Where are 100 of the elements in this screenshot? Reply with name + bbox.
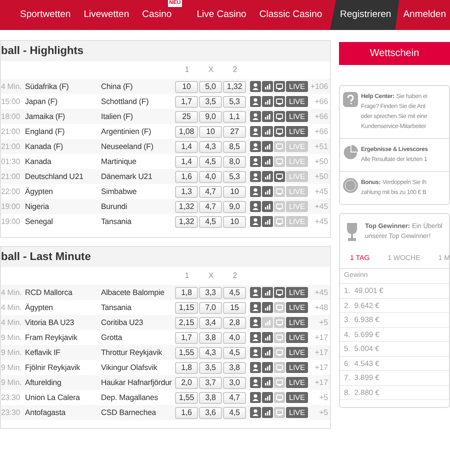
odds-button[interactable]: 1,08: [175, 126, 198, 138]
odds-button[interactable]: 4,5: [199, 216, 222, 228]
tv-icon[interactable]: [274, 171, 285, 182]
odds-button[interactable]: 4,7: [223, 392, 246, 404]
tv-icon[interactable]: [274, 287, 285, 298]
odds-button[interactable]: 2,0: [175, 376, 198, 388]
bar-chart-icon[interactable]: [262, 156, 273, 167]
bar-chart-icon[interactable]: [262, 302, 273, 313]
login-button[interactable]: Anmelden: [399, 0, 450, 30]
odds-button[interactable]: 5,3: [223, 96, 246, 108]
odds-button[interactable]: 10: [223, 186, 246, 198]
odds-button[interactable]: 1,3: [175, 186, 198, 198]
odds-button[interactable]: 3,0: [223, 376, 246, 388]
person-icon[interactable]: [250, 81, 261, 92]
person-icon[interactable]: [250, 407, 261, 418]
odds-button[interactable]: 4,5: [199, 156, 222, 168]
odds-button[interactable]: 1,1: [223, 110, 246, 122]
person-icon[interactable]: [250, 156, 261, 167]
odds-button[interactable]: 3,4: [199, 316, 222, 328]
betslip-button[interactable]: Wettschein: [339, 42, 450, 65]
odds-button[interactable]: 1,8: [175, 286, 198, 298]
odds-button[interactable]: 2,15: [175, 316, 198, 328]
odds-button[interactable]: 3,8: [199, 332, 222, 344]
bar-chart-icon[interactable]: [262, 347, 273, 358]
person-icon[interactable]: [250, 317, 261, 328]
tv-icon[interactable]: [274, 111, 285, 122]
odds-button[interactable]: 3,5: [199, 362, 222, 374]
person-icon[interactable]: [250, 126, 261, 137]
odds-button[interactable]: 5,0: [199, 80, 222, 92]
odds-button[interactable]: 1,32: [175, 216, 198, 228]
odds-button[interactable]: 1,32: [223, 80, 246, 92]
person-icon[interactable]: [250, 302, 261, 313]
person-icon[interactable]: [250, 287, 261, 298]
odds-button[interactable]: 5,3: [223, 170, 246, 182]
person-icon[interactable]: [250, 111, 261, 122]
bar-chart-icon[interactable]: [262, 362, 273, 373]
odds-button[interactable]: 15: [223, 302, 246, 314]
odds-button[interactable]: 1,4: [175, 156, 198, 168]
person-icon[interactable]: [250, 377, 261, 388]
odds-button[interactable]: 4,3: [199, 346, 222, 358]
odds-button[interactable]: 4,5: [223, 286, 246, 298]
odds-button[interactable]: 3,3: [199, 286, 222, 298]
nav-link[interactable]: Classic Casino: [259, 8, 322, 22]
bar-chart-icon[interactable]: [262, 141, 273, 152]
nav-link[interactable]: Casino: [142, 8, 172, 22]
odds-button[interactable]: 1,7: [175, 332, 198, 344]
bar-chart-icon[interactable]: [262, 216, 273, 227]
person-icon[interactable]: [250, 96, 261, 107]
tv-icon[interactable]: [274, 126, 285, 137]
odds-button[interactable]: 3,6: [199, 406, 222, 418]
odds-button[interactable]: 1,55: [175, 346, 198, 358]
odds-button[interactable]: 4,5: [223, 406, 246, 418]
person-icon[interactable]: [250, 362, 261, 373]
person-icon[interactable]: [250, 332, 261, 343]
odds-button[interactable]: 3,8: [223, 362, 246, 374]
odds-button[interactable]: 27: [223, 126, 246, 138]
odds-button[interactable]: 9,0: [199, 110, 222, 122]
bar-chart-icon[interactable]: [262, 96, 273, 107]
person-icon[interactable]: [250, 141, 261, 152]
odds-button[interactable]: 4,0: [223, 332, 246, 344]
nav-link[interactable]: Live Casino: [196, 8, 246, 22]
person-icon[interactable]: [250, 171, 261, 182]
bar-chart-icon[interactable]: [262, 407, 273, 418]
odds-button[interactable]: 1,6: [175, 170, 198, 182]
odds-button[interactable]: 4,5: [223, 346, 246, 358]
bar-chart-icon[interactable]: [262, 171, 273, 182]
tv-icon[interactable]: [274, 81, 285, 92]
bar-chart-icon[interactable]: [262, 332, 273, 343]
bar-chart-icon[interactable]: [262, 287, 273, 298]
odds-button[interactable]: 3,7: [199, 376, 222, 388]
person-icon[interactable]: [250, 201, 261, 212]
nav-link[interactable]: Sportwetten: [20, 8, 71, 22]
odds-button[interactable]: 1,4: [175, 140, 198, 152]
odds-button[interactable]: 4,3: [199, 140, 222, 152]
tv-icon[interactable]: [274, 96, 285, 107]
person-icon[interactable]: [250, 186, 261, 197]
odds-button[interactable]: 3,8: [199, 392, 222, 404]
person-icon[interactable]: [250, 392, 261, 403]
odds-button[interactable]: 1,8: [175, 362, 198, 374]
odds-button[interactable]: 4,7: [199, 200, 222, 212]
bar-chart-icon[interactable]: [262, 111, 273, 122]
odds-button[interactable]: 1,6: [175, 406, 198, 418]
odds-button[interactable]: 4,0: [199, 170, 222, 182]
bar-chart-icon[interactable]: [262, 201, 273, 212]
person-icon[interactable]: [250, 347, 261, 358]
register-button[interactable]: Registrieren: [330, 0, 400, 30]
odds-button[interactable]: 10: [175, 80, 198, 92]
odds-button[interactable]: 2,8: [223, 316, 246, 328]
odds-button[interactable]: 8,0: [223, 156, 246, 168]
odds-button[interactable]: 7,0: [199, 302, 222, 314]
odds-button[interactable]: 3,5: [199, 96, 222, 108]
odds-button[interactable]: 8,5: [223, 140, 246, 152]
odds-button[interactable]: 1,32: [175, 200, 198, 212]
bar-chart-icon[interactable]: [262, 186, 273, 197]
bar-chart-icon[interactable]: [262, 377, 273, 388]
nav-link[interactable]: Livewetten: [84, 8, 130, 22]
odds-button[interactable]: 1,15: [175, 302, 198, 314]
bar-chart-icon[interactable]: [262, 81, 273, 92]
odds-button[interactable]: 10: [223, 216, 246, 228]
bar-chart-icon[interactable]: [262, 392, 273, 403]
